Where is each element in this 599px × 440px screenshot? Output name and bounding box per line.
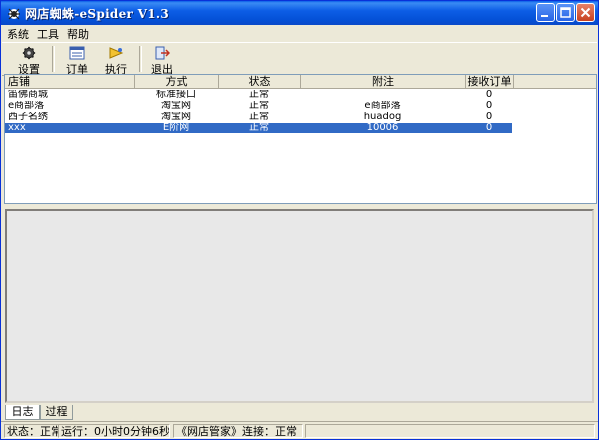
cell-shop: e商部落: [8, 101, 45, 111]
status-empty-panel: [305, 424, 595, 438]
minimize-icon: [541, 15, 548, 17]
exit-button[interactable]: 退出: [147, 44, 177, 76]
cell-shop: xxx: [8, 123, 26, 133]
tab-log[interactable]: 日志: [5, 405, 40, 420]
table-row[interactable]: 笛佛商城 标准接口 正常 0: [5, 90, 512, 100]
cell-method: 标准接口: [156, 90, 196, 100]
maximize-icon: [560, 7, 571, 18]
cell-orders: 0: [485, 123, 493, 133]
menu-tools[interactable]: 工具: [37, 26, 59, 42]
toolbar-separator: [52, 46, 55, 72]
cell-note: 10006: [366, 123, 399, 133]
status-runtime: 运行：0小时0分钟6秒: [58, 424, 170, 438]
orders-button[interactable]: 订单: [62, 44, 92, 76]
app-window: 网店蜘蛛-eSpider V1.3 系统 工具 帮助 设置 订单 执行 退出 店…: [0, 0, 599, 440]
menu-bar: 系统 工具 帮助: [1, 25, 598, 42]
execute-icon: [109, 47, 124, 59]
status-connection: 《网店管家》连接：正常: [173, 424, 303, 438]
column-header-status[interactable]: 状态: [219, 75, 301, 89]
shop-list[interactable]: 店铺 方式 状态 附注 接收订单 笛佛商城 标准接口 正常 0 e商部落 淘宝网…: [4, 74, 597, 204]
column-header-orders[interactable]: 接收订单: [466, 75, 514, 89]
cell-method: 淘宝网: [161, 112, 191, 122]
cell-orders: 0: [485, 90, 493, 100]
cell-method: E阶网: [162, 123, 190, 133]
toolbar-separator: [139, 46, 142, 72]
settings-button[interactable]: 设置: [14, 44, 44, 76]
title-bar[interactable]: 网店蜘蛛-eSpider V1.3: [1, 1, 598, 25]
cell-status: 正常: [249, 90, 269, 100]
table-row[interactable]: 西子名绣 淘宝网 正常 huadog 0: [5, 112, 512, 122]
column-header-filler: [514, 75, 596, 89]
cell-orders: 0: [485, 112, 493, 122]
cell-note: [301, 90, 464, 100]
cell-note: e商部落: [364, 101, 401, 111]
status-bar: 状态：正常 运行：0小时0分钟6秒 《网店管家》连接：正常: [1, 421, 598, 440]
table-row-selected[interactable]: xxx E阶网 正常 10006 0: [5, 123, 512, 133]
cell-method: 淘宝网: [161, 101, 191, 111]
column-header-note[interactable]: 附注: [301, 75, 466, 89]
status-state: 状态：正常: [4, 424, 59, 438]
orders-list-icon: [69, 46, 85, 60]
tab-process[interactable]: 过程: [40, 405, 73, 420]
log-pane[interactable]: [5, 209, 594, 403]
cell-status: 正常: [249, 123, 269, 133]
cell-shop: 笛佛商城: [8, 90, 48, 100]
cell-note: huadog: [363, 112, 402, 122]
window-title: 网店蜘蛛-eSpider V1.3: [25, 7, 170, 21]
cell-shop: 西子名绣: [8, 112, 48, 122]
cell-status: 正常: [249, 112, 269, 122]
execute-button[interactable]: 执行: [101, 44, 131, 76]
toolbar: 设置 订单 执行 退出: [2, 42, 597, 76]
menu-help[interactable]: 帮助: [67, 26, 89, 42]
exit-icon: [155, 46, 170, 60]
cell-orders: 0: [485, 101, 493, 111]
pane-splitter[interactable]: [4, 204, 595, 208]
gear-icon: [22, 46, 36, 60]
cell-status: 正常: [249, 101, 269, 111]
close-icon: [580, 7, 591, 18]
menu-system[interactable]: 系统: [7, 26, 29, 42]
maximize-button[interactable]: [556, 3, 575, 22]
column-header-method[interactable]: 方式: [135, 75, 219, 89]
minimize-button[interactable]: [536, 3, 555, 22]
column-header-shop[interactable]: 店铺: [5, 75, 135, 89]
table-row[interactable]: e商部落 淘宝网 正常 e商部落 0: [5, 101, 512, 111]
close-button[interactable]: [576, 3, 595, 22]
spider-app-icon: [8, 8, 20, 20]
